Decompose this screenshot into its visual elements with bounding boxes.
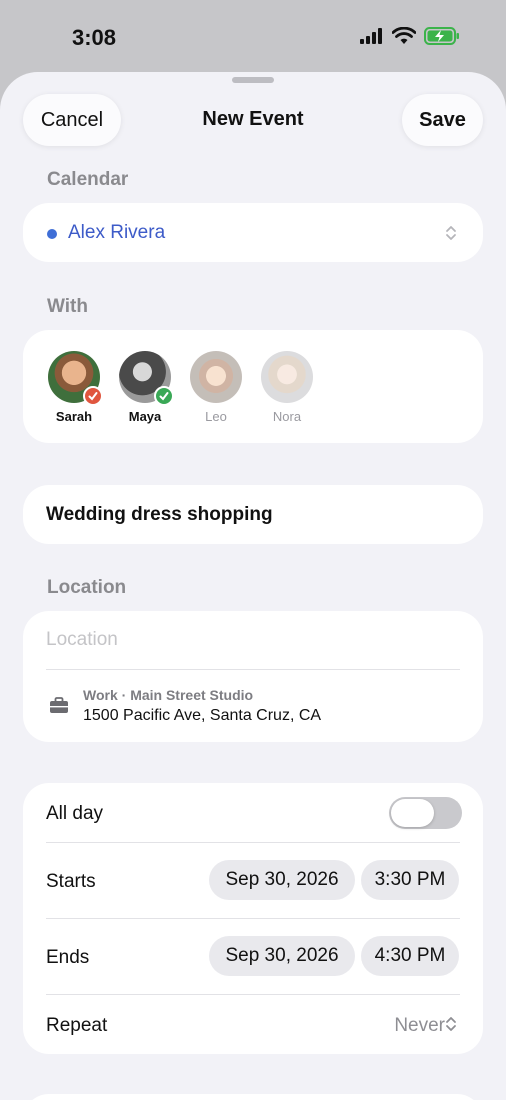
signal-icon: [360, 28, 382, 44]
invitee-nora[interactable]: Nora: [261, 351, 313, 424]
end-date-button[interactable]: Sep 30, 2026: [209, 936, 355, 976]
starts-label: Starts: [46, 871, 96, 892]
divider: [46, 669, 460, 670]
calendar-name: Alex Rivera: [68, 222, 166, 243]
location-section-label: Location: [47, 577, 127, 598]
all-day-toggle[interactable]: [389, 797, 462, 829]
start-date-button[interactable]: Sep 30, 2026: [209, 860, 355, 900]
status-icons: [360, 27, 460, 45]
invitee-leo[interactable]: Leo: [190, 351, 242, 424]
avatar: [190, 351, 242, 403]
calendar-picker[interactable]: Alex Rivera: [23, 203, 483, 262]
location-input[interactable]: Location: [46, 629, 118, 651]
schedule-card: All day Starts Sep 30, 2026 3:30 PM Ends…: [23, 783, 483, 1054]
location-suggestion-address: 1500 Pacific Ave, Santa Cruz, CA: [83, 707, 322, 724]
invitee-maya[interactable]: Maya: [119, 351, 174, 424]
repeat-label: Repeat: [46, 1015, 108, 1036]
status-time: 3:08: [72, 25, 117, 50]
invitee-name: Nora: [272, 409, 302, 424]
chevron-updown-icon: [446, 226, 456, 240]
toggle-knob: [391, 799, 434, 827]
with-section-label: With: [47, 296, 88, 317]
invitee-sarah[interactable]: Sarah: [48, 351, 103, 424]
briefcase-icon: [50, 697, 68, 713]
location-suggestion-subtitle: Work · Main Street Studio: [83, 687, 254, 703]
calendar-color-dot: [47, 229, 57, 239]
avatar: [48, 351, 103, 406]
divider: [46, 842, 460, 843]
divider: [46, 994, 460, 995]
accepted-badge-icon: [154, 386, 174, 406]
ends-label: Ends: [46, 947, 90, 968]
event-title-value: Wedding dress shopping: [46, 504, 273, 525]
end-time-button[interactable]: 4:30 PM: [361, 936, 459, 976]
all-day-label: All day: [46, 803, 104, 824]
invitee-name: Leo: [205, 409, 227, 424]
wifi-icon: [392, 27, 416, 44]
next-section-card: [23, 1094, 483, 1100]
event-title-field[interactable]: Wedding dress shopping: [23, 485, 483, 544]
calendar-section-label: Calendar: [47, 169, 129, 190]
divider: [46, 918, 460, 919]
repeat-value: Never: [394, 1015, 445, 1036]
invitees-card: Sarah Maya Leo Nora: [23, 330, 483, 443]
location-card: Location Work · Main Street Studio 1500 …: [23, 611, 483, 742]
invitee-name: Sarah: [55, 409, 93, 424]
chevron-updown-icon: [446, 1017, 456, 1031]
sheet-grabber[interactable]: [232, 77, 274, 83]
status-bar: 3:08: [0, 0, 506, 72]
new-event-sheet: Cancel New Event Save Calendar Alex Rive…: [0, 72, 506, 1100]
start-time-button[interactable]: 3:30 PM: [361, 860, 459, 900]
battery-charging-icon: [424, 27, 459, 45]
declined-badge-icon: [83, 386, 103, 406]
save-button[interactable]: Save: [402, 94, 483, 146]
invitee-name: Maya: [128, 409, 162, 424]
avatar: [119, 351, 174, 406]
avatar: [261, 351, 313, 403]
